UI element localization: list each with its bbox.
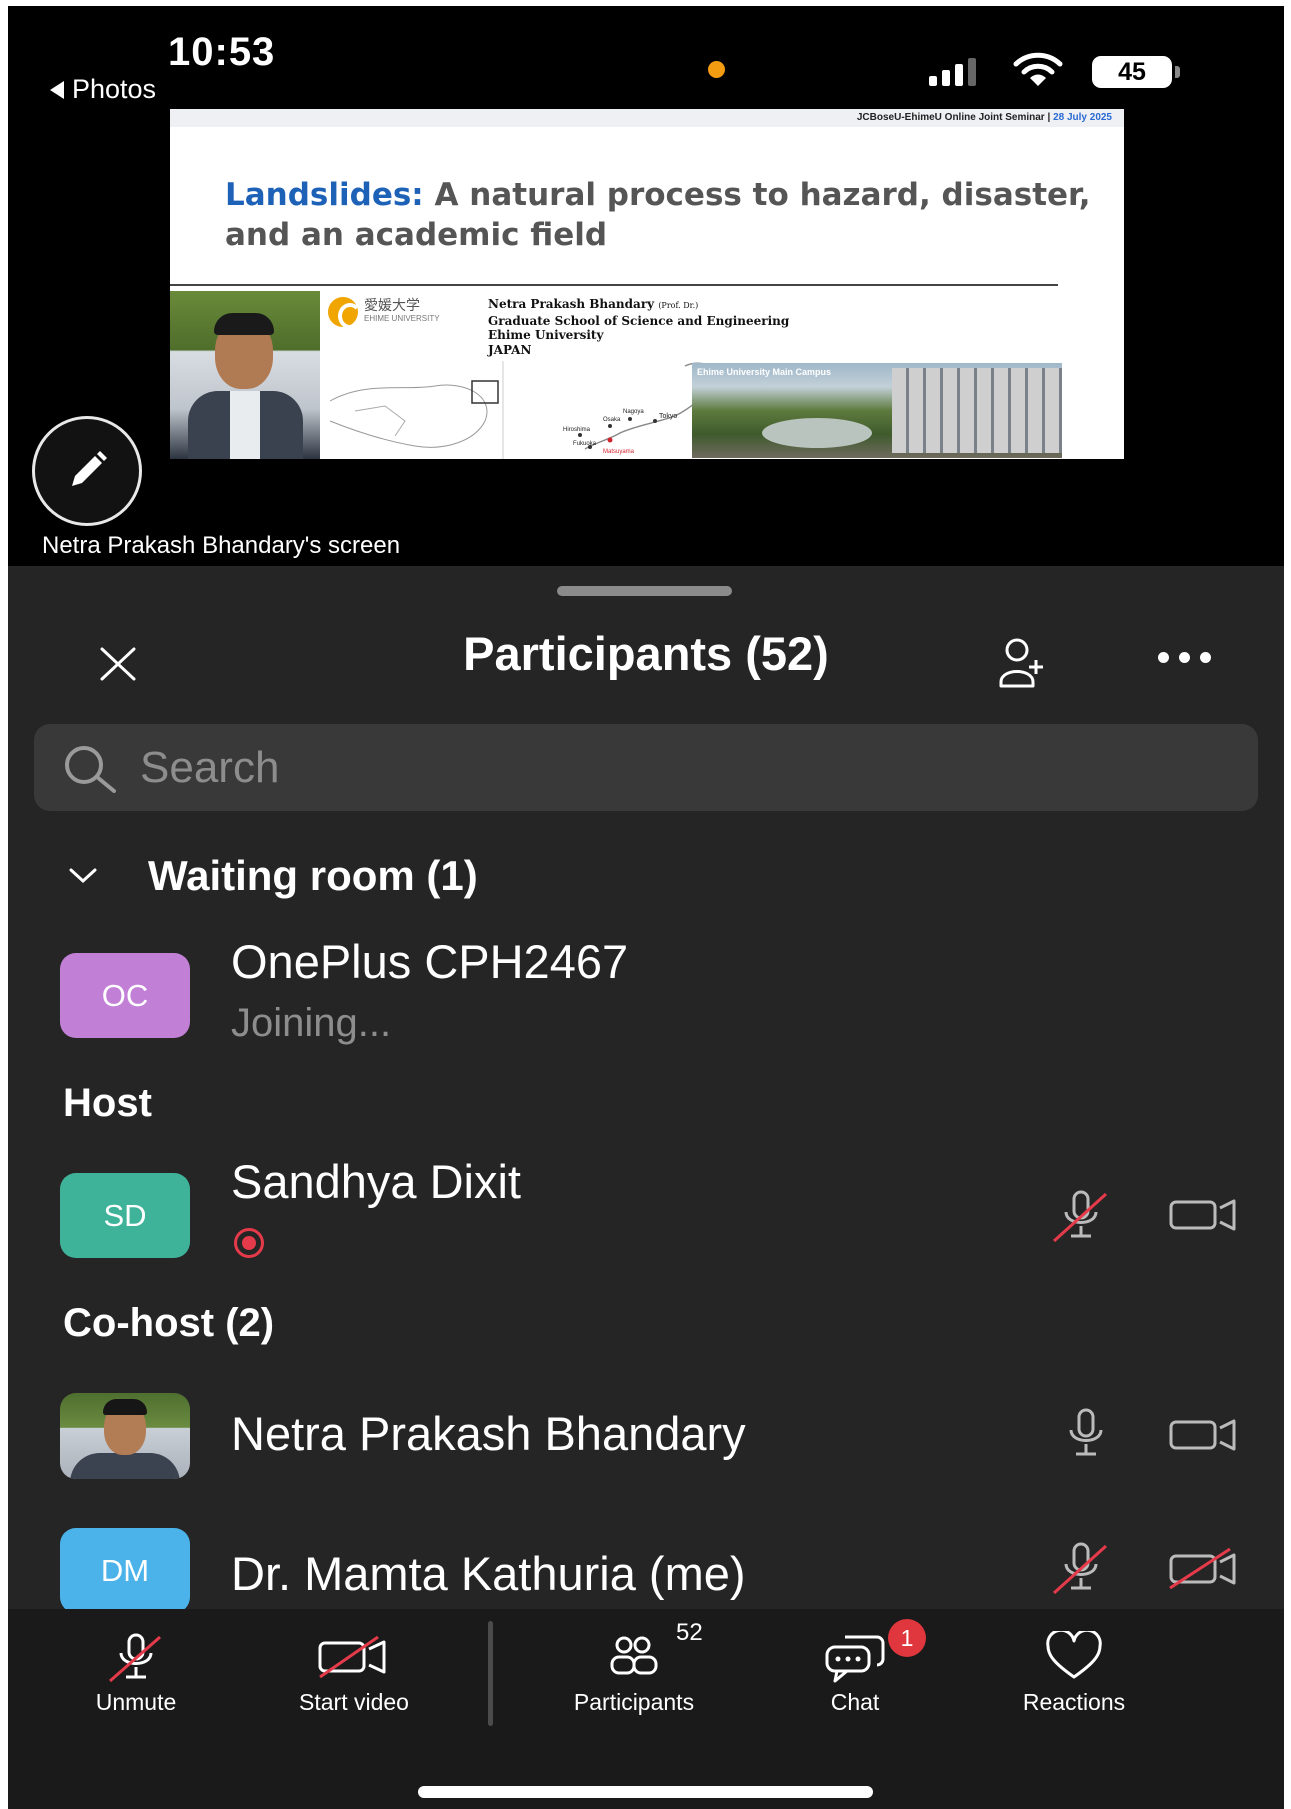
avatar-photo	[60, 1393, 190, 1479]
slide-author-block: Netra Prakash Bhandary (Prof. Dr.) Gradu…	[488, 297, 789, 357]
chevron-down-icon	[69, 868, 97, 884]
slide-divider	[170, 284, 1058, 286]
participants-count: 52	[676, 1619, 703, 1646]
chat-icon	[825, 1635, 885, 1683]
video-camera-icon	[1169, 1199, 1236, 1231]
video-off-icon	[1169, 1547, 1236, 1590]
map-city-osaka: Osaka	[603, 417, 621, 423]
participant-status: Joining...	[231, 1001, 392, 1045]
chat-label: Chat	[830, 1689, 880, 1715]
pencil-icon	[72, 451, 107, 486]
participant-name: Sandhya Dixit	[231, 1155, 521, 1208]
home-indicator[interactable]	[418, 1786, 873, 1798]
chat-unread-badge: 1	[888, 1619, 926, 1657]
back-to-photos-link[interactable]: Photos	[50, 74, 156, 105]
avatar: OC	[60, 953, 190, 1038]
drag-handle[interactable]	[557, 586, 732, 596]
shared-screen-slide[interactable]: JCBoseU-EhimeU Online Joint Seminar | 28…	[170, 109, 1124, 459]
participant-name: Netra Prakash Bhandary	[231, 1407, 746, 1460]
map-city-matsuyama: Matsuyama	[603, 449, 635, 455]
university-logo-jp: 愛媛大学	[364, 297, 420, 313]
waiting-room-title: Waiting room (1)	[148, 852, 478, 899]
back-label: Photos	[72, 74, 157, 104]
heart-icon	[1046, 1631, 1102, 1679]
mic-muted-icon	[109, 1633, 161, 1683]
presenter-photo	[170, 291, 320, 459]
university-logo-en: EHIME UNIVERSITY	[364, 314, 440, 323]
university-logo: 愛媛大学 EHIME UNIVERSITY	[328, 297, 440, 329]
mic-muted-icon	[1052, 1190, 1108, 1243]
campus-photo: Ehime University Main Campus	[692, 363, 1062, 458]
battery-indicator: 45	[1092, 56, 1172, 88]
participant-name: OnePlus CPH2467	[231, 935, 629, 988]
map-city-fukuoka: Fukuoka	[573, 441, 597, 447]
participant-name: Dr. Mamta Kathuria (me)	[231, 1547, 746, 1600]
slide-title-highlight: Landslides:	[225, 177, 424, 213]
toolbar-divider	[488, 1621, 493, 1726]
slide-header: JCBoseU-EhimeU Online Joint Seminar | 28…	[170, 109, 1124, 127]
more-options-icon[interactable]	[1158, 652, 1211, 663]
author-univ: Ehime University	[488, 328, 604, 342]
video-off-icon	[318, 1635, 386, 1679]
japan-location-map: Hiroshima Osaka Nagoya Tokyo Fukuoka Mat…	[329, 361, 721, 459]
university-logo-icon	[328, 297, 362, 329]
reactions-label: Reactions	[1022, 1689, 1126, 1715]
map-city-hiroshima: Hiroshima	[563, 427, 591, 433]
start-video-label: Start video	[299, 1689, 409, 1715]
search-icon	[65, 745, 116, 793]
campus-caption: Ehime University Main Campus	[697, 367, 832, 377]
waiting-room-section-toggle[interactable]: Waiting room (1)	[68, 852, 478, 900]
participants-icon	[610, 1636, 658, 1675]
slide-header-separator: |	[1044, 112, 1054, 123]
video-camera-icon	[1169, 1419, 1236, 1451]
meeting-toolbar: Unmute Start video Participants 52 Chat …	[8, 1609, 1284, 1809]
author-name: Netra Prakash Bhandary	[488, 297, 655, 311]
shared-screen-owner: Netra Prakash Bhandary's screen	[42, 532, 401, 559]
privacy-indicator-dot	[708, 61, 725, 78]
slide-header-date: 28 July 2025	[1053, 112, 1112, 123]
avatar: SD	[60, 1173, 190, 1258]
wifi-icon	[1013, 52, 1063, 86]
battery-tip	[1175, 66, 1180, 78]
back-arrow-icon	[50, 80, 64, 99]
search-bar[interactable]	[34, 724, 1258, 811]
author-title: (Prof. Dr.)	[658, 301, 699, 310]
author-dept: Graduate School of Science and Engineeri…	[488, 313, 790, 328]
map-city-tokyo: Tokyo	[659, 413, 677, 420]
participants-label: Participants	[573, 1689, 695, 1715]
mic-muted-icon	[1052, 1542, 1108, 1595]
invite-participant-icon[interactable]	[998, 636, 1046, 690]
annotate-button[interactable]	[32, 416, 142, 526]
unmute-label: Unmute	[95, 1689, 177, 1715]
phone-screen: 10:53 Photos 45 JCBoseU-EhimeU Online Jo…	[8, 6, 1284, 1809]
author-country: JAPAN	[488, 342, 532, 357]
recording-icon	[234, 1228, 264, 1258]
status-time: 10:53	[168, 30, 276, 74]
search-input[interactable]	[140, 742, 1140, 793]
slide-header-text: JCBoseU-EhimeU Online Joint Seminar	[856, 112, 1045, 123]
slide-title: Landslides: A natural process to hazard,…	[225, 175, 1105, 255]
mic-icon	[1069, 1408, 1103, 1456]
panel-title: Participants (52)	[463, 627, 829, 680]
map-city-nagoya: Nagoya	[623, 409, 644, 415]
cellular-signal-icon	[929, 58, 976, 86]
cohost-section-title: Co-host (2)	[63, 1301, 275, 1345]
avatar: DM	[60, 1528, 190, 1613]
host-section-title: Host	[63, 1081, 152, 1125]
